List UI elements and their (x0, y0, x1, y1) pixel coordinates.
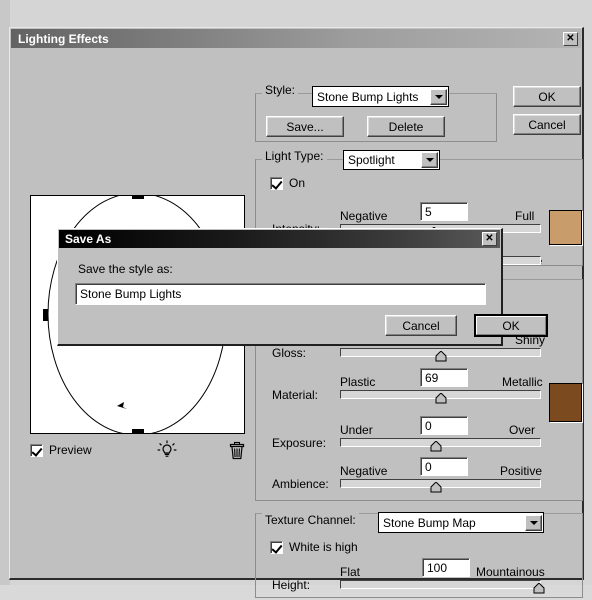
height-slider[interactable] (340, 580, 541, 594)
dialog-titlebar: Lighting Effects ✕ (11, 29, 581, 48)
ambience-max-label: Positive (500, 464, 542, 478)
exposure-slider[interactable] (340, 438, 541, 452)
light-on-label: On (289, 176, 305, 190)
intensity-max-label: Full (515, 209, 534, 223)
light-type-combobox-value: Spotlight (344, 153, 421, 167)
close-x-icon[interactable]: ✕ (482, 232, 497, 246)
save-as-ok-label: OK (476, 316, 546, 335)
slider-thumb[interactable] (430, 441, 442, 452)
delete-style-button[interactable]: Delete (367, 116, 445, 137)
exposure-min-label: Under (340, 423, 373, 437)
slider-thumb[interactable] (533, 583, 545, 594)
intensity-min-label: Negative (340, 209, 387, 223)
save-as-cancel-button[interactable]: Cancel (385, 315, 457, 336)
height-value-field[interactable]: 100 (422, 558, 470, 577)
material-color-swatch[interactable] (549, 383, 582, 422)
material-label: Material: (272, 388, 318, 402)
exposure-max-label: Over (509, 423, 535, 437)
ambience-value-field[interactable]: 0 (420, 457, 468, 476)
preview-checkbox[interactable]: Preview (30, 443, 92, 457)
save-style-button[interactable]: Save... (266, 116, 344, 137)
gloss-label: Gloss: (272, 346, 306, 360)
style-group-label: Style: (262, 83, 298, 97)
white-is-high-label: White is high (289, 540, 358, 554)
cancel-button-label: Cancel (528, 118, 565, 132)
slider-thumb[interactable] (435, 351, 447, 362)
close-x-icon[interactable]: ✕ (563, 32, 578, 46)
ambience-slider[interactable] (340, 479, 541, 493)
exposure-label: Exposure: (272, 436, 326, 450)
checkbox-box (270, 177, 283, 190)
texture-channel-combobox-value: Stone Bump Map (379, 516, 525, 530)
save-as-prompt: Save the style as: (78, 262, 173, 276)
dialog-title: Lighting Effects (18, 32, 109, 46)
chevron-down-icon[interactable] (525, 515, 542, 531)
slider-thumb[interactable] (435, 393, 447, 404)
texture-channel-combobox[interactable]: Stone Bump Map (378, 512, 544, 533)
height-max-label: Mountainous (476, 565, 545, 579)
light-type-combobox[interactable]: Spotlight (343, 150, 440, 170)
trash-icon[interactable] (228, 440, 246, 463)
lightbulb-icon[interactable] (157, 440, 177, 463)
light-type-group-label: Light Type: (262, 149, 327, 163)
save-as-title: Save As (65, 232, 111, 246)
cancel-button[interactable]: Cancel (513, 114, 581, 135)
intensity-value-field[interactable]: 5 (420, 202, 468, 221)
chevron-down-icon[interactable] (430, 89, 447, 105)
material-slider[interactable] (340, 390, 541, 404)
white-is-high-checkbox[interactable]: White is high (270, 540, 358, 554)
height-label: Height: (272, 578, 310, 592)
checkbox-box (30, 444, 43, 457)
exposure-value-field[interactable]: 0 (420, 416, 468, 435)
preview-label: Preview (49, 443, 92, 457)
material-value-field[interactable]: 69 (420, 368, 468, 387)
slider-track (340, 580, 541, 589)
chevron-down-icon[interactable] (421, 152, 438, 168)
texture-channel-label: Texture Channel: (262, 513, 359, 527)
height-min-label: Flat (340, 565, 360, 579)
gloss-slider[interactable] (340, 348, 541, 362)
style-name-input[interactable]: Stone Bump Lights (75, 283, 486, 305)
screen: Lighting Effects ✕ OK Cancel Style: Ston… (0, 0, 592, 600)
ok-button-label: OK (538, 90, 555, 104)
light-color-swatch[interactable] (549, 210, 582, 245)
ambience-min-label: Negative (340, 464, 387, 478)
ambience-label: Ambience: (272, 477, 329, 491)
save-as-ok-button[interactable]: OK (474, 314, 548, 337)
material-min-label: Plastic (340, 375, 375, 389)
save-as-cancel-label: Cancel (402, 319, 439, 333)
ok-button[interactable]: OK (513, 86, 581, 107)
save-as-titlebar: Save As (59, 230, 500, 248)
slider-thumb[interactable] (430, 482, 442, 493)
style-combobox-value: Stone Bump Lights (313, 90, 430, 104)
style-combobox[interactable]: Stone Bump Lights (312, 86, 449, 107)
delete-style-label: Delete (389, 120, 424, 134)
material-max-label: Metallic (502, 375, 543, 389)
save-style-label: Save... (286, 120, 323, 134)
light-on-checkbox[interactable]: On (270, 176, 305, 190)
save-as-dialog: Save As ✕ Save the style as: Stone Bump … (57, 228, 503, 346)
checkbox-box (270, 541, 283, 554)
